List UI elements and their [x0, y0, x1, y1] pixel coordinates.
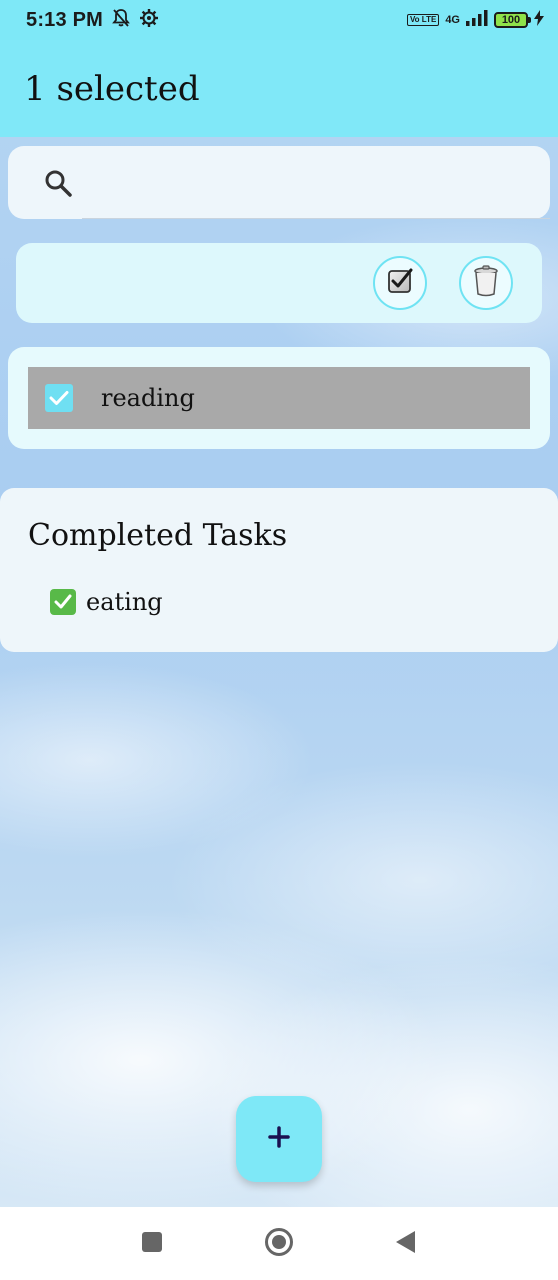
check-mark-icon: [50, 589, 76, 615]
completed-item-eating: eating: [50, 588, 163, 616]
status-left: 5:13 PM: [26, 8, 159, 33]
system-nav-bar: [0, 1207, 558, 1280]
back-button[interactable]: [390, 1229, 420, 1259]
selection-actions: [16, 243, 542, 323]
notification-off-icon: [111, 8, 131, 33]
charging-icon: [534, 9, 544, 31]
page-title: 1 selected: [24, 68, 200, 109]
search-input[interactable]: [82, 146, 550, 219]
signal-icon: [466, 9, 488, 31]
task-label: reading: [101, 384, 195, 412]
delete-button[interactable]: [459, 256, 513, 310]
checkbox-icon: [386, 267, 414, 300]
recent-apps-icon: [140, 1230, 164, 1259]
task-item-reading[interactable]: reading: [28, 367, 530, 429]
volte-icon: Vo LTE: [406, 14, 440, 26]
back-icon: [393, 1229, 417, 1260]
home-icon: [264, 1227, 294, 1262]
add-task-button[interactable]: [236, 1096, 322, 1182]
task-list: reading: [8, 347, 550, 449]
status-time: 5:13 PM: [26, 8, 103, 31]
battery-level: 100: [501, 14, 521, 26]
settings-icon: [139, 8, 159, 33]
completed-tasks-heading: Completed Tasks: [28, 518, 288, 553]
plus-icon: [267, 1125, 291, 1154]
home-button[interactable]: [264, 1227, 294, 1262]
search-bar: [8, 146, 550, 219]
network-type: 4G: [445, 13, 460, 26]
battery-icon: 100: [494, 12, 531, 28]
status-bar: 5:13 PM Vo LTE 4G 100: [0, 0, 558, 40]
search-icon: [40, 165, 76, 201]
app-bar: 1 selected: [0, 40, 558, 137]
completed-tasks-section: Completed Tasks eating: [0, 488, 558, 652]
mark-complete-button[interactable]: [373, 256, 427, 310]
task-checkbox[interactable]: [45, 384, 73, 412]
trash-icon: [472, 264, 500, 302]
recent-apps-button[interactable]: [137, 1229, 167, 1259]
completed-item-label: eating: [86, 588, 163, 616]
status-right: Vo LTE 4G 100: [406, 9, 544, 31]
